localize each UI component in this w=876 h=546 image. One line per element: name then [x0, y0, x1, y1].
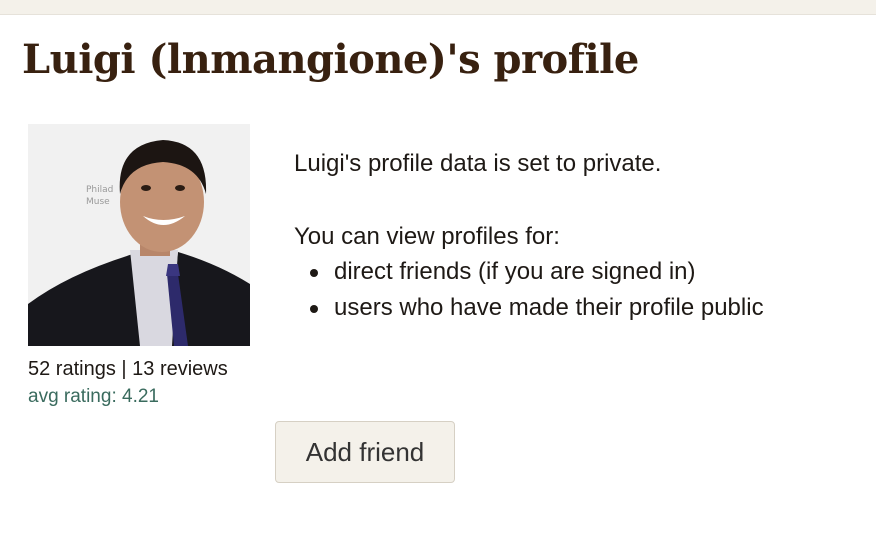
svg-text:Philad: Philad [86, 185, 113, 195]
add-friend-button[interactable]: Add friend [275, 421, 455, 483]
view-profiles-intro: You can view profiles for: [294, 223, 560, 250]
viewable-profiles-list: direct friends (if you are signed in) us… [294, 254, 764, 326]
top-navigation-strip [0, 0, 876, 15]
average-rating: avg rating: 4.21 [28, 386, 159, 407]
profile-avatar[interactable]: Philad Muse [28, 124, 250, 346]
private-profile-message: Luigi's profile data is set to private. [294, 150, 662, 177]
ratings-reviews-count: 52 ratings | 13 reviews [28, 358, 228, 380]
svg-text:Muse: Muse [86, 197, 110, 207]
avatar-photo: Philad Muse [28, 124, 250, 346]
list-item: users who have made their profile public [294, 290, 764, 326]
page-title: Luigi (lnmangione)'s profile [22, 36, 639, 83]
list-item: direct friends (if you are signed in) [294, 254, 764, 290]
